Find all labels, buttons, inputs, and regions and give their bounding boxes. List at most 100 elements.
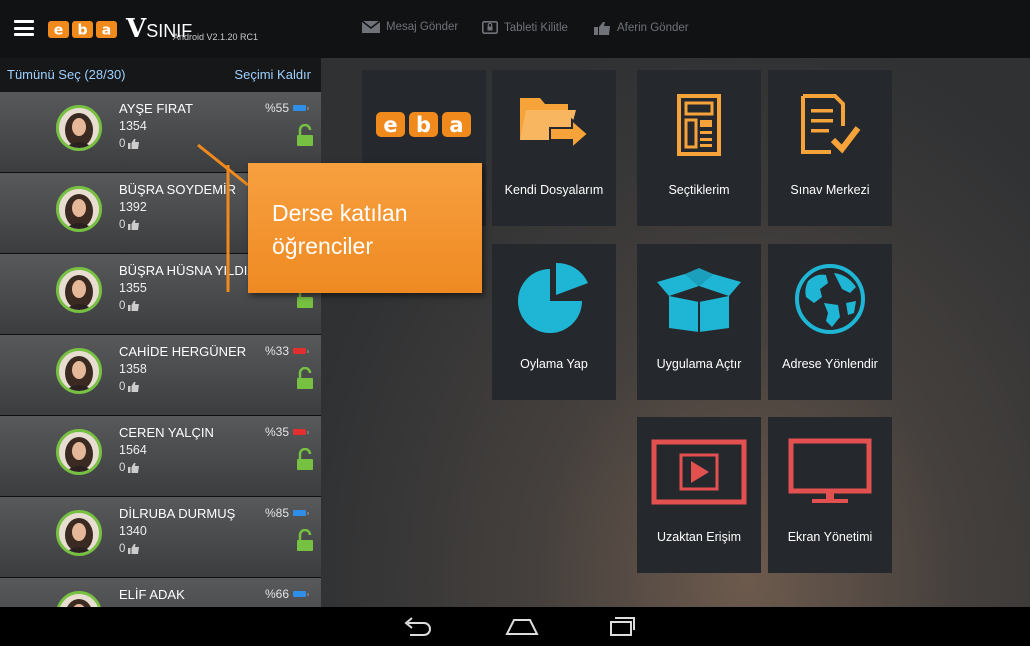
app-version: Android V2.1.20 RC1 — [173, 32, 259, 42]
student-name: CEREN YALÇIN — [119, 425, 214, 440]
unlocked-padlock-icon[interactable] — [296, 529, 314, 551]
callout-text: Derse katılan öğrenciler — [272, 197, 408, 263]
student-number: 1564 — [119, 443, 147, 457]
battery-icon — [293, 429, 310, 435]
battery-icon — [293, 510, 310, 516]
student-likes: 0 — [119, 138, 140, 150]
tile-label: Uygulama Açtır — [656, 357, 742, 371]
pie-chart-icon — [518, 262, 588, 333]
student-name: ELİF ADAK — [119, 587, 185, 602]
student-name: DİLRUBA DURMUŞ — [119, 506, 236, 521]
student-number: 1354 — [119, 119, 147, 133]
svg-text:b: b — [416, 113, 431, 137]
svg-text:b: b — [77, 23, 87, 39]
likes-count: 0 — [119, 219, 126, 231]
student-likes: 0 — [119, 543, 140, 555]
back-icon[interactable] — [402, 615, 432, 637]
tile-label: Seçtiklerim — [668, 183, 730, 197]
eba-logo-icon: e b a — [376, 112, 471, 137]
send-praise-button[interactable]: Aferin Gönder — [594, 21, 689, 35]
student-row[interactable]: AYŞE FIRAT 1354 0 %55 — [0, 92, 321, 173]
likes-count: 0 — [119, 138, 126, 150]
student-avatar — [56, 510, 102, 556]
thumbs-up-icon — [128, 139, 140, 149]
likes-count: 0 — [119, 381, 126, 393]
unlocked-padlock-icon[interactable] — [296, 367, 314, 389]
svg-text:a: a — [102, 23, 111, 39]
student-avatar — [56, 429, 102, 475]
likes-count: 0 — [119, 543, 126, 555]
tile-remote-access[interactable]: Uzaktan Erişim — [637, 417, 761, 573]
recent-apps-icon[interactable] — [608, 615, 636, 637]
student-number: 1355 — [119, 281, 147, 295]
thumbs-up-icon — [128, 220, 140, 230]
likes-count: 0 — [119, 300, 126, 312]
deselect-button[interactable]: Seçimi Kaldır — [234, 67, 311, 82]
student-name: BÜŞRA HÜSNA YILDIZ — [119, 263, 256, 278]
battery-icon — [293, 348, 310, 354]
student-avatar — [56, 267, 102, 313]
student-battery: %85 — [265, 506, 310, 520]
send-praise-label: Aferin Gönder — [617, 22, 689, 34]
tile-exam-center[interactable]: Sınav Merkezi — [768, 70, 892, 226]
svg-text:e: e — [54, 23, 64, 39]
student-list-panel: Tümünü Seç (28/30) Seçimi Kaldır AYŞE FI… — [0, 58, 321, 607]
battery-level: %55 — [265, 101, 290, 115]
student-name: CAHİDE HERGÜNER — [119, 344, 247, 359]
tile-label: Uzaktan Erişim — [656, 530, 742, 544]
thumbs-up-icon — [594, 22, 610, 35]
student-number: 1358 — [119, 362, 147, 376]
student-avatar — [56, 348, 102, 394]
tile-label: Sınav Merkezi — [790, 183, 870, 197]
lock-tablet-label: Tableti Kilitle — [504, 21, 568, 34]
unlocked-padlock-icon[interactable] — [296, 448, 314, 470]
tile-screen-management[interactable]: Ekran Yönetimi — [768, 417, 892, 573]
student-list-header: Tümünü Seç (28/30) Seçimi Kaldır — [0, 58, 321, 92]
tile-redirect[interactable]: Adrese Yönlendir — [768, 244, 892, 400]
folder-transfer-icon — [520, 98, 590, 151]
student-avatar — [56, 591, 102, 607]
thumbs-up-icon — [128, 382, 140, 392]
battery-level: %35 — [265, 425, 290, 439]
student-name: BÜŞRA SOYDEMİR — [119, 182, 237, 197]
exam-check-icon — [801, 94, 861, 154]
callout-line-2: öğrenciler — [272, 233, 373, 259]
student-likes: 0 — [119, 300, 140, 312]
menu-icon[interactable] — [14, 20, 34, 36]
student-row[interactable]: ELİF ADAK %66 — [0, 578, 321, 607]
tile-voting[interactable]: Oylama Yap — [492, 244, 616, 400]
likes-count: 0 — [119, 462, 126, 474]
thumbs-up-icon — [128, 301, 140, 311]
battery-level: %33 — [265, 344, 290, 358]
tile-my-files[interactable]: Kendi Dosyalarım — [492, 70, 616, 226]
student-row[interactable]: CEREN YALÇIN 1564 0 %35 — [0, 416, 321, 497]
monitor-icon — [788, 438, 872, 503]
svg-text:a: a — [449, 113, 463, 137]
battery-level: %85 — [265, 506, 290, 520]
thumbs-up-icon — [128, 463, 140, 473]
selection-list-icon — [677, 94, 721, 156]
battery-icon — [293, 105, 310, 111]
student-number: 1392 — [119, 200, 147, 214]
student-row[interactable]: CAHİDE HERGÜNER 1358 0 %33 — [0, 335, 321, 416]
student-battery: %66 — [265, 587, 310, 601]
globe-icon — [795, 264, 865, 334]
lock-tablet-button[interactable]: Tableti Kilitle — [482, 21, 568, 34]
tile-label: Adrese Yönlendir — [782, 357, 878, 371]
main-panel: e b a Kendi Dosyalarım Seçtiklerim Sınav… — [321, 58, 1030, 607]
tile-open-app[interactable]: Uygulama Açtır — [637, 244, 761, 400]
student-row[interactable]: DİLRUBA DURMUŞ 1340 0 %85 — [0, 497, 321, 578]
student-avatar — [56, 105, 102, 151]
send-message-button[interactable]: Mesaj Gönder — [362, 21, 458, 33]
tile-label: Kendi Dosyalarım — [504, 183, 604, 197]
brand-mark: V — [126, 14, 147, 44]
tablet-lock-icon — [482, 21, 498, 34]
home-icon[interactable] — [505, 615, 539, 637]
eba-logo: e b a — [48, 21, 117, 39]
send-message-label: Mesaj Gönder — [386, 21, 459, 33]
tile-selections[interactable]: Seçtiklerim — [637, 70, 761, 226]
unlocked-padlock-icon[interactable] — [296, 124, 314, 146]
tile-label: Oylama Yap — [520, 357, 588, 371]
student-battery: %55 — [265, 101, 310, 115]
select-all-button[interactable]: Tümünü Seç (28/30) — [7, 67, 126, 82]
